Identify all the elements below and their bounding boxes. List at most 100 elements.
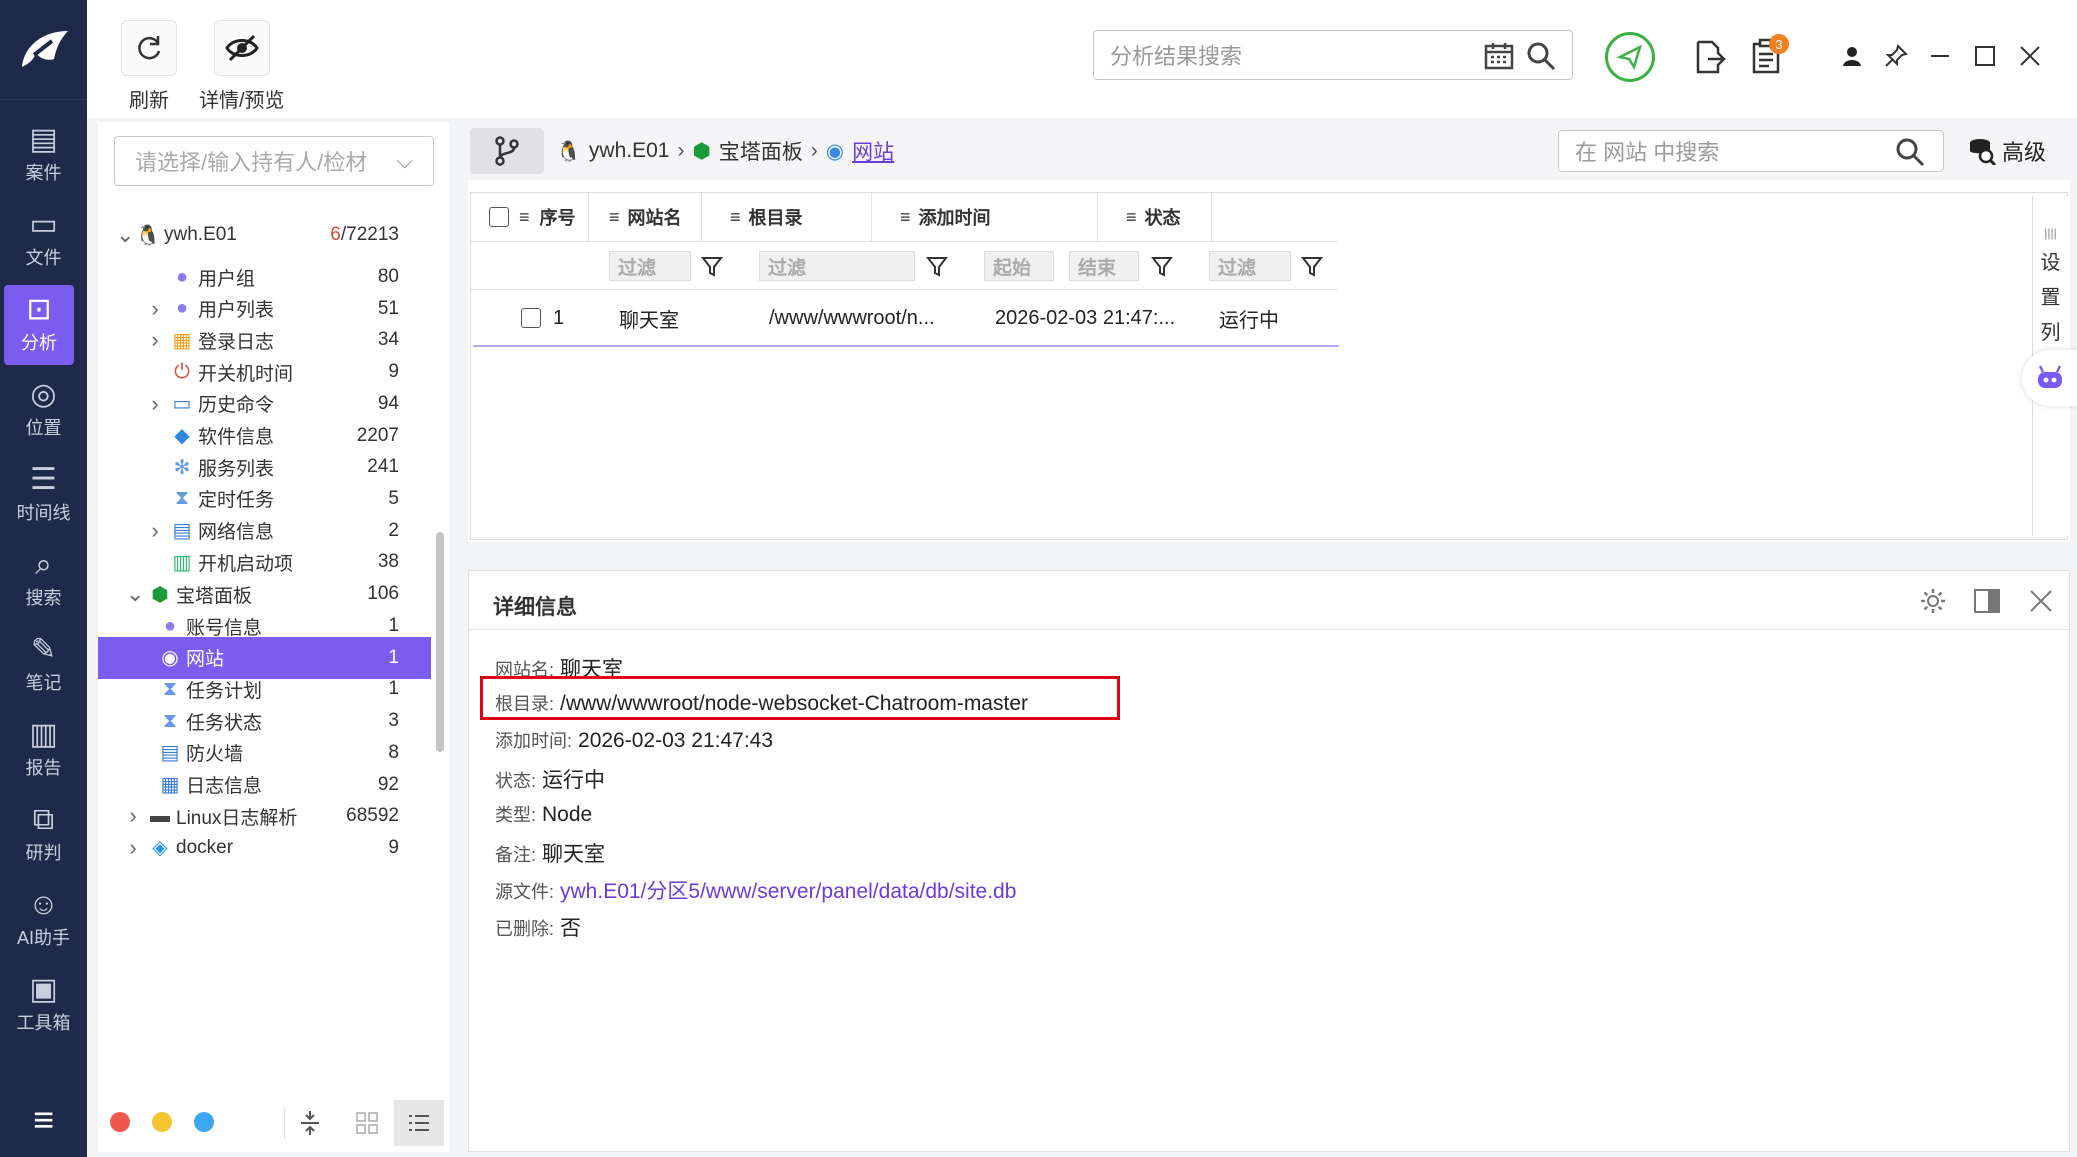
tree-item[interactable]: › ◈ docker 9 [98,827,431,869]
analysis-search-box[interactable]: 分析结果搜索 [1093,30,1573,80]
yellow-filter-dot[interactable] [152,1112,172,1132]
date-start-input[interactable]: 起始 [984,251,1054,281]
website-search-box[interactable]: 在 网站 中搜索 [1558,130,1944,172]
close-icon[interactable] [2019,45,2041,67]
column-header-index[interactable]: ≡ 序号 [471,193,589,241]
timeline-icon: ☰ [30,463,57,496]
column-menu-icon: ≡ [609,206,620,227]
root-filter-input[interactable]: 过滤 [759,251,915,281]
split-panel-icon[interactable] [1973,587,2001,615]
column-header-status[interactable]: ≡ 状态 [1098,193,1212,241]
filter-icon[interactable] [701,255,723,277]
table-row[interactable]: 1 聊天室 /www/wwwroot/n... 2026-02-03 21:47… [473,291,1339,347]
tree-item-count: 94 [377,392,399,414]
rail-item-case[interactable]: ▤ 案件 [0,115,87,195]
detail-preview-button[interactable]: 详情/预览 [199,20,285,113]
tree-item-label: 开关机时间 [198,363,294,385]
date-end-input[interactable]: 结束 [1069,251,1139,281]
close-icon[interactable] [2029,589,2053,613]
rail-item-judge[interactable]: ⧉ 研判 [0,795,87,875]
chevron-down-icon[interactable]: ⌄ [116,222,134,248]
export-icon[interactable] [1694,40,1726,74]
globe-icon: ◉ [825,139,845,163]
blue-filter-dot[interactable] [194,1112,214,1132]
user-icon[interactable] [1840,44,1864,68]
grid-view-icon[interactable] [356,1112,378,1134]
rail-item-file[interactable]: ▭ 文件 [0,200,87,280]
detail-field: 源文件: ywh.E01/分区5/www/server/panel/data/db… [495,875,1016,905]
filter-icon[interactable] [1151,255,1173,277]
column-header-root[interactable]: ≡ 根目录 [702,193,872,241]
tree-bottom-bar [98,1092,450,1152]
refresh-button[interactable]: 刷新 [121,20,177,113]
rail-item-search[interactable]: ⌕ 搜索 [0,540,87,620]
maximize-icon[interactable] [1974,45,1996,67]
collapse-icon[interactable] [298,1110,322,1136]
tree-scrollbar[interactable] [436,532,444,752]
gear-icon[interactable] [1919,587,1947,615]
chevron-right-icon[interactable]: › [126,803,140,829]
search-icon[interactable] [1895,137,1925,167]
column-header-added[interactable]: ≡ 添加时间 [872,193,1098,241]
list-view-button[interactable] [394,1100,444,1146]
rail-item-location[interactable]: ◎ 位置 [0,370,87,450]
holder-combo-placeholder: 请选择/输入持有人/检材 [135,150,368,175]
chevron-down-icon[interactable]: ⌄ [126,581,144,607]
task-list-button[interactable]: 3 [1751,34,1789,76]
calendar-icon[interactable] [1484,42,1514,70]
search-icon[interactable] [1526,41,1556,71]
rail-item-ai-assistant[interactable]: ☺ AI助手 [0,880,87,960]
rail-item-report[interactable]: ▥ 报告 [0,710,87,790]
cell-index: 1 [553,306,565,329]
rail-item-analysis[interactable]: ⊡ 分析 [4,285,74,365]
minimize-icon[interactable] [1929,50,1951,62]
detail-field: 添加时间: 2026-02-03 21:47:43 [495,727,773,753]
status-filter-input[interactable]: 过滤 [1209,251,1291,281]
case-icon: ▤ [29,123,58,156]
rail-item-timeline[interactable]: ☰ 时间线 [0,455,87,535]
holder-combo[interactable]: 请选择/输入持有人/检材 ⌵ [114,136,434,186]
chevron-right-icon[interactable]: › [126,835,140,861]
branch-button[interactable] [470,128,544,174]
column-root-label: 根目录 [748,208,803,228]
filter-icon[interactable] [1301,255,1323,277]
root-filter-placeholder: 过滤 [768,257,807,279]
hourglass-icon: ⧗ [162,677,178,700]
column-header-name[interactable]: ≡ 网站名 [589,193,702,241]
ai-assistant-float-button[interactable] [2022,350,2077,406]
menu-button[interactable]: ≡ [0,1090,87,1150]
tree-item-count: 6/72213 [330,224,399,246]
judge-icon: ⧉ [32,803,55,836]
red-filter-dot[interactable] [110,1112,130,1132]
tree-item[interactable]: ⌄ 🐧 ywh.E01 6/72213 [98,214,431,256]
chevron-right-icon[interactable]: › [148,391,162,417]
chevron-right-icon[interactable]: › [148,327,162,353]
breadcrumb-current[interactable]: 网站 [852,136,894,166]
breadcrumb-root[interactable]: ywh.E01 [589,139,670,163]
network-icon: ▤ [172,520,192,543]
advanced-search-button[interactable]: 高级 [1968,130,2046,172]
hamburger-icon: ≡ [32,1099,54,1140]
select-all-checkbox[interactable] [489,207,509,227]
name-filter-input[interactable]: 过滤 [609,251,691,281]
chevron-right-icon[interactable]: › [148,296,162,322]
filter-icon[interactable] [926,255,948,277]
pin-icon[interactable] [1884,44,1908,68]
filter-divider [471,289,1337,290]
detail-field-key: 添加时间: [495,731,573,751]
detail-field-key: 类型: [495,805,537,825]
breadcrumb-panel[interactable]: 宝塔面板 [719,136,803,166]
chevron-right-icon[interactable]: › [148,518,162,544]
rail-item-toolbox[interactable]: ▣ 工具箱 [0,965,87,1045]
detail-field-value: Node [542,803,593,826]
analysis-search-placeholder: 分析结果搜索 [1110,44,1243,69]
tree-item-count: 241 [367,456,399,478]
row-checkbox[interactable] [521,308,541,328]
detail-field-key: 状态: [495,771,537,791]
shield-status-button[interactable] [1605,32,1655,82]
source-file-link[interactable]: ywh.E01/分区5/www/server/panel/data/db/sit… [560,875,1016,905]
firewall-icon: ▤ [160,742,180,765]
column-added-label: 添加时间 [918,208,991,228]
log-icon: ▦ [160,774,180,796]
rail-item-note[interactable]: ✎ 笔记 [0,625,87,705]
